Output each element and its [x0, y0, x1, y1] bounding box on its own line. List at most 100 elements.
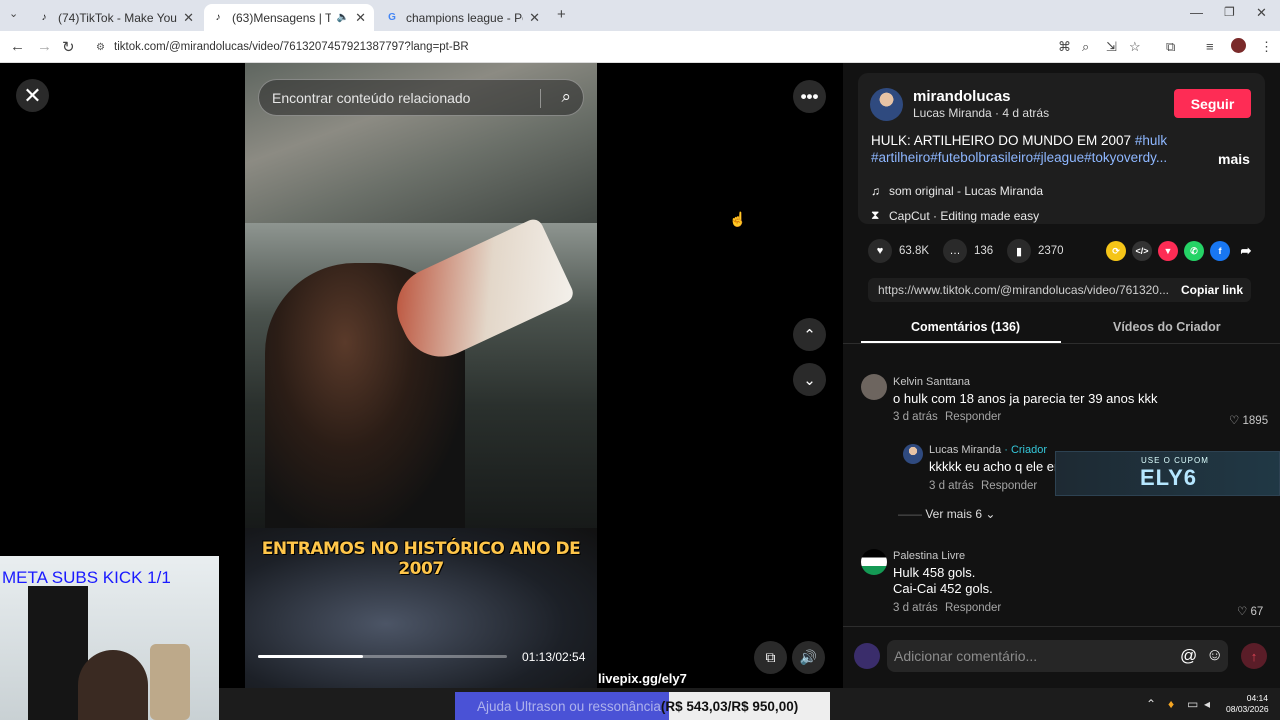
volume-icon: 🔊 — [799, 649, 818, 665]
tab-google-search[interactable]: G champions league - Pesquisa G ✕ — [378, 4, 548, 31]
capcut-row[interactable]: ⧗ CapCut · Editing made easy — [871, 208, 1039, 223]
chevron-up-icon: ⌃ — [803, 326, 816, 344]
bookmark-star-icon[interactable]: ☆ — [1129, 39, 1141, 55]
address-bar: ← → ↻ ⚙ tiktok.com/@mirandolucas/video/7… — [0, 31, 1280, 63]
system-clock[interactable]: 04:14 08/03/2026 — [1226, 693, 1269, 715]
mouse-cursor-icon: ☝ — [729, 211, 747, 227]
music-row[interactable]: ♫ som original - Lucas Miranda — [871, 184, 1043, 198]
comment-input[interactable]: Adicionar comentário... — [887, 640, 1228, 672]
more-options-button[interactable]: ••• — [793, 80, 826, 113]
tab-creator-videos[interactable]: Vídeos do Criador — [1113, 320, 1221, 334]
mention-icon[interactable]: @ — [1180, 646, 1197, 666]
save-count: 2370 — [1038, 245, 1064, 257]
tab-comments[interactable]: Comentários (136) — [911, 320, 1020, 334]
network-icon[interactable]: ▭ — [1187, 697, 1198, 711]
next-video-button[interactable]: ⌄ — [793, 363, 826, 396]
speaker-icon[interactable]: ◂ — [1204, 697, 1210, 711]
site-info-icon[interactable]: ⚙ — [96, 42, 105, 53]
like-count: 63.8K — [899, 245, 930, 257]
comment-text-line2: Cai-Cai 452 gols. — [893, 581, 993, 596]
zoom-icon[interactable]: ⌕ — [1082, 39, 1089, 55]
heart-outline-icon: ♡ — [1229, 415, 1243, 427]
tiktok-icon: ♪ — [215, 12, 221, 23]
emoji-icon[interactable]: ☺ — [1206, 645, 1223, 665]
comment-icon: … — [943, 239, 967, 263]
volume-button[interactable]: 🔊 — [792, 641, 825, 674]
post-details-panel: mirandolucas Lucas Miranda · 4 d atrás S… — [843, 63, 1280, 688]
video-player[interactable]: ENTRAMOS NO HISTÓRICO ANO DE 2007 Encont… — [245, 63, 597, 688]
comment-author[interactable]: Palestina Livre — [893, 550, 965, 562]
floating-player-icon: ⧉ — [765, 649, 776, 665]
reply-author[interactable]: Lucas Miranda · Criador — [929, 444, 1047, 456]
comment-like-count: 1895 — [1242, 415, 1269, 427]
comment-avatar[interactable] — [861, 374, 887, 400]
install-icon[interactable]: ⇲ — [1106, 39, 1117, 55]
pip-button[interactable]: ⧉ — [754, 641, 787, 674]
new-tab-icon[interactable]: + — [557, 6, 566, 23]
translate-icon[interactable]: ⌘ — [1058, 39, 1071, 55]
speaker-icon[interactable]: 🔈 — [337, 12, 349, 23]
whatsapp-icon[interactable]: ✆ — [1184, 241, 1204, 261]
share-icon[interactable]: ➦ — [1236, 241, 1256, 261]
like-stat[interactable]: ♥ 63.8K — [868, 239, 929, 263]
capcut-icon: ⧗ — [871, 208, 880, 222]
reply-avatar[interactable] — [903, 444, 923, 464]
music-note-icon: ♫ — [871, 184, 880, 198]
close-window-icon[interactable]: ✕ — [1256, 5, 1267, 21]
reply-button[interactable]: Responder — [945, 602, 1001, 614]
hashtag-links[interactable]: #artilheiro#futebolbrasileiro#jleague#to… — [871, 150, 1167, 165]
comment-like[interactable]: ♡ 67 — [1237, 604, 1263, 618]
facebook-icon[interactable]: f — [1210, 241, 1230, 261]
comment-author[interactable]: Kelvin Santtana — [893, 376, 970, 388]
reply-button[interactable]: Responder — [981, 480, 1037, 492]
menu-icon[interactable]: ⋮ — [1260, 39, 1273, 55]
comment-avatar[interactable] — [861, 549, 887, 575]
embed-icon[interactable]: </> — [1132, 241, 1152, 261]
tray-overflow-icon[interactable]: ⌃ — [1146, 697, 1156, 711]
composer-divider — [843, 626, 1280, 627]
reply-button[interactable]: Responder — [945, 411, 1001, 423]
video-progress-bar[interactable] — [258, 655, 507, 658]
close-tab-icon[interactable]: ✕ — [529, 10, 540, 26]
search-icon[interactable]: ⌕ — [561, 87, 571, 107]
see-more-label: Ver mais 6 — [925, 507, 983, 521]
more-description-button[interactable]: mais — [1218, 151, 1250, 167]
creator-username[interactable]: mirandolucas — [913, 88, 1011, 105]
profile-avatar[interactable] — [1231, 38, 1246, 53]
related-search-input[interactable]: Encontrar conteúdo relacionado ⌕ — [258, 79, 584, 116]
url-field[interactable]: ⚙ tiktok.com/@mirandolucas/video/7613207… — [88, 35, 1148, 59]
restore-icon[interactable]: ❐ — [1224, 5, 1235, 19]
follow-button[interactable]: Seguir — [1174, 89, 1251, 118]
back-icon[interactable]: ← — [10, 38, 25, 55]
copy-link-button[interactable]: Copiar link — [1181, 283, 1243, 297]
tab-tiktok-home[interactable]: ♪ (74)TikTok - Make Your Day ✕ — [30, 4, 202, 31]
see-more-replies-button[interactable]: —— Ver mais 6 ⌄ — [898, 507, 995, 521]
reload-icon[interactable]: ↻ — [62, 38, 75, 56]
heart-outline-icon: ♡ — [1237, 606, 1251, 618]
minimize-icon[interactable]: — — [1190, 5, 1203, 20]
microphone-icon[interactable]: ♦ — [1168, 697, 1174, 711]
extensions-icon[interactable]: ⧉ — [1166, 39, 1175, 55]
close-tab-icon[interactable]: ✕ — [355, 10, 366, 26]
tab-tiktok-messages[interactable]: ♪ (63)Mensagens | TikTok 🔈 ✕ — [204, 4, 374, 31]
close-video-button[interactable]: ✕ — [16, 79, 49, 112]
clock-time: 04:14 — [1246, 693, 1268, 703]
creator-avatar[interactable] — [870, 88, 903, 121]
post-comment-button[interactable]: ↑ — [1241, 643, 1267, 669]
tab-title: (63)Mensagens | TikTok — [232, 10, 331, 25]
comment-like[interactable]: ♡ 1895 — [1229, 413, 1268, 427]
donation-amount: (R$ 543,03/R$ 950,00) — [660, 698, 799, 714]
hashtag-link[interactable]: #hulk — [1135, 133, 1167, 148]
previous-video-button[interactable]: ⌃ — [793, 318, 826, 351]
forward-icon[interactable]: → — [37, 38, 52, 55]
current-user-avatar[interactable] — [854, 643, 880, 669]
media-control-icon[interactable]: ≡ — [1206, 39, 1214, 54]
save-stat[interactable]: ▮ 2370 — [1007, 239, 1064, 263]
repost-icon[interactable]: ⟳ — [1106, 241, 1126, 261]
send-to-friends-icon[interactable]: ▼ — [1158, 241, 1178, 261]
tab-search-icon[interactable]: ⌄ — [9, 7, 18, 20]
comment-stat[interactable]: … 136 — [943, 239, 993, 263]
clock-date: 08/03/2026 — [1226, 704, 1269, 714]
close-tab-icon[interactable]: ✕ — [183, 10, 194, 26]
tab-title: (74)TikTok - Make Your Day — [58, 10, 177, 25]
